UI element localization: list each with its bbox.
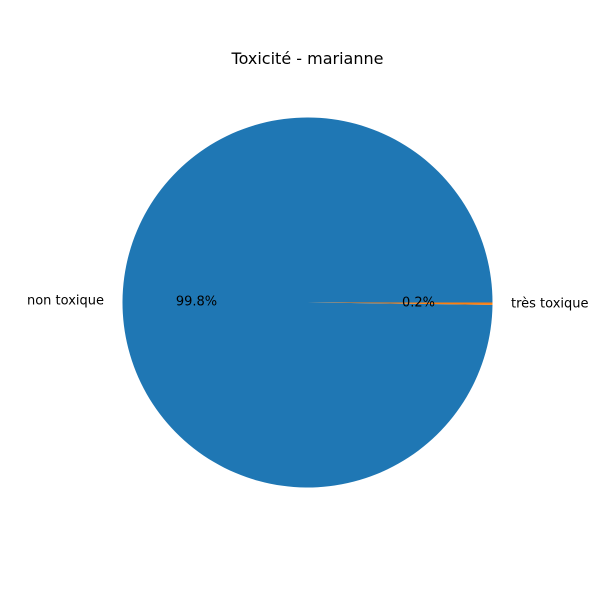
slice-pct-tres-toxique: 0.2% <box>402 296 435 311</box>
chart-title: Toxicité - marianne <box>231 49 384 68</box>
slice-label-tres-toxique: très toxique <box>511 296 589 311</box>
chart-container: Toxicité - marianne non toxique 99.8% très… <box>0 0 600 600</box>
pie-chart: Toxicité - marianne non toxique 99.8% très… <box>27 49 589 488</box>
slice-pct-non-toxique: 99.8% <box>176 294 217 309</box>
slice-label-non-toxique: non toxique <box>27 294 104 309</box>
